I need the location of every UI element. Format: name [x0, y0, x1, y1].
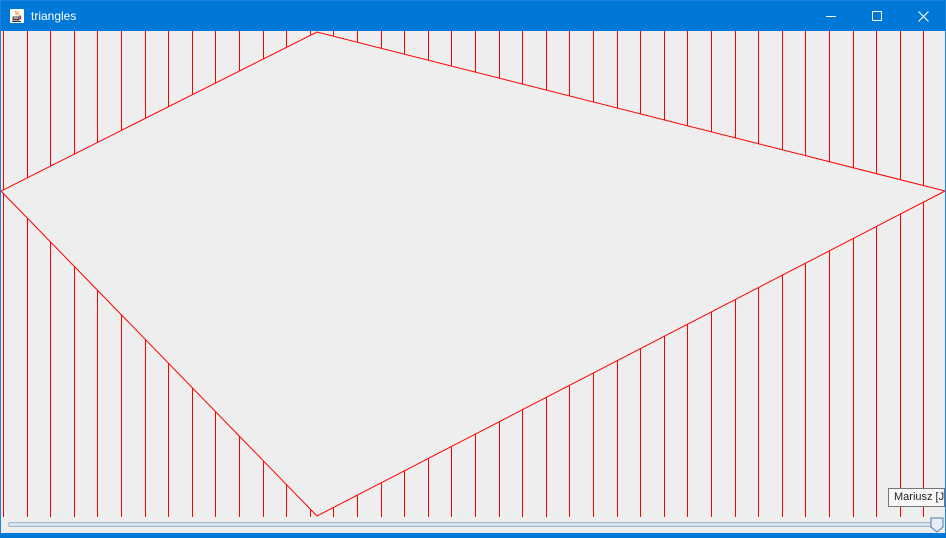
slider-track[interactable] — [8, 522, 938, 527]
maximize-icon — [872, 11, 882, 21]
slider-row — [1, 517, 945, 533]
app-window: triangles Mariusz [J — [0, 0, 946, 533]
close-button[interactable] — [900, 1, 946, 31]
minimize-icon — [826, 16, 836, 17]
java-app-icon[interactable] — [9, 8, 25, 24]
quadrilateral-outline — [1, 31, 945, 517]
close-icon — [917, 10, 929, 22]
minimize-button[interactable] — [808, 1, 854, 31]
maximize-button[interactable] — [854, 1, 900, 31]
triangles-drawing — [1, 31, 945, 517]
title-bar[interactable]: triangles — [1, 1, 945, 31]
slider-thumb[interactable] — [930, 517, 944, 533]
drawing-canvas[interactable] — [1, 31, 945, 517]
window-title: triangles — [31, 9, 77, 23]
tooltip: Mariusz [J — [888, 488, 945, 507]
